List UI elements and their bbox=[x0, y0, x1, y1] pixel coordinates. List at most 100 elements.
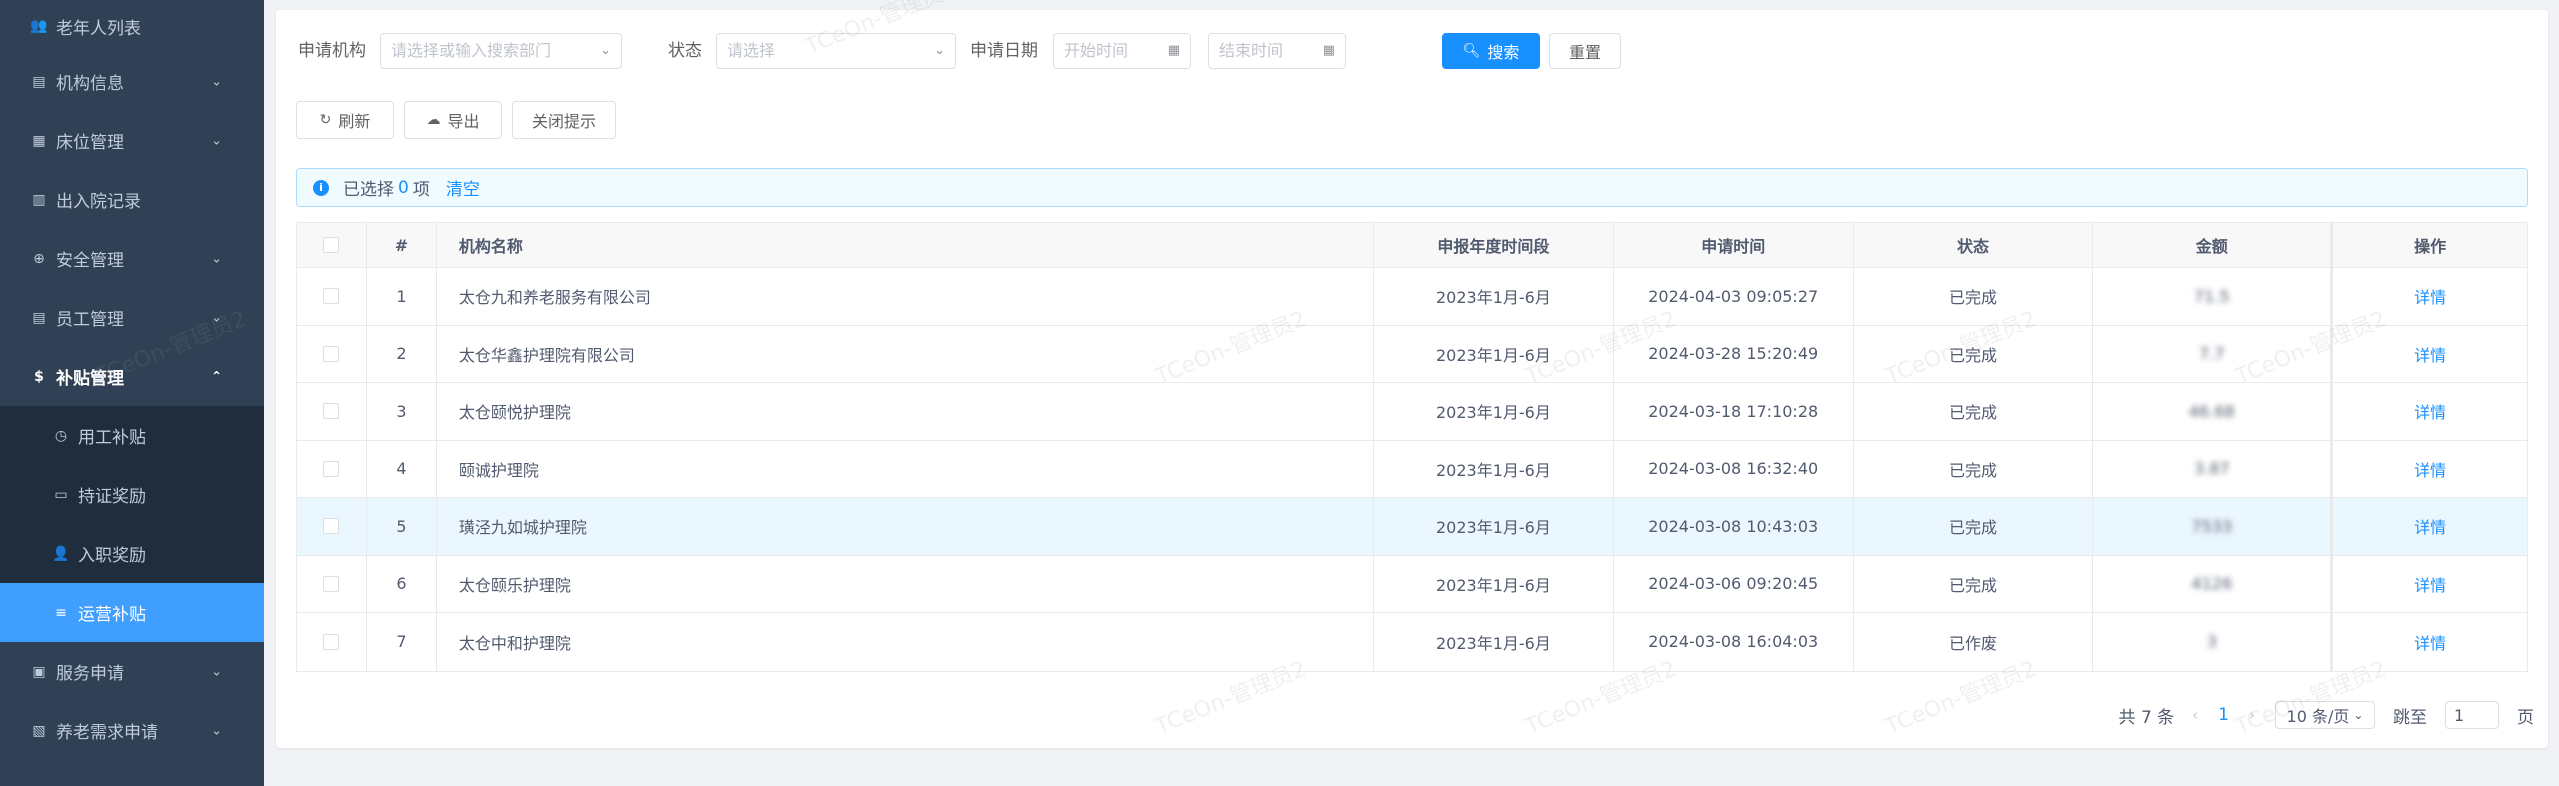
page-1[interactable]: 1 bbox=[2218, 705, 2229, 725]
sidebar-item-labor-subsidy[interactable]: ◷ 用工补贴 bbox=[0, 406, 264, 465]
sidebar-item-label: 服务申请 bbox=[56, 664, 124, 684]
sidebar-item-certificate-reward[interactable]: ▭ 持证奖励 bbox=[0, 465, 264, 524]
row-checkbox[interactable] bbox=[323, 345, 340, 362]
end-date-input[interactable]: 结束时间 ▦ bbox=[1208, 33, 1346, 69]
sidebar-item-label: 老年人列表 bbox=[56, 18, 141, 39]
row-checkbox[interactable] bbox=[323, 460, 340, 477]
search-button[interactable]: 🔍︎ 搜索 bbox=[1442, 33, 1540, 69]
row-action: 详情 bbox=[2333, 383, 2527, 440]
refresh-button[interactable]: ↻ 刷新 bbox=[296, 101, 394, 139]
row-period: 2023年1月-6月 bbox=[1374, 383, 1614, 440]
row-apply-time: 2024-03-18 17:10:28 bbox=[1614, 383, 1854, 440]
row-checkbox[interactable] bbox=[323, 575, 340, 592]
sidebar-item-label: 补贴管理 bbox=[56, 369, 124, 389]
grid-icon: ▦ bbox=[32, 132, 46, 149]
date-label: 申请日期 bbox=[970, 41, 1038, 61]
detail-link[interactable]: 详情 bbox=[2414, 572, 2446, 596]
close-tip-button[interactable]: 关闭提示 bbox=[512, 101, 616, 139]
dollar-icon: $ bbox=[34, 368, 44, 385]
row-action: 详情 bbox=[2333, 556, 2527, 613]
sidebar-item-operation-subsidy[interactable]: ≡ 运营补贴 bbox=[0, 583, 264, 642]
export-button-label: 导出 bbox=[447, 112, 480, 131]
org-label: 申请机构 bbox=[298, 41, 366, 61]
reset-button[interactable]: 重置 bbox=[1549, 33, 1621, 69]
row-status: 已完成 bbox=[1854, 325, 2094, 382]
search-icon: 🔍︎ bbox=[1462, 43, 1481, 59]
row-apply-time: 2024-04-03 09:05:27 bbox=[1614, 268, 1854, 325]
row-period: 2023年1月-6月 bbox=[1374, 325, 1614, 382]
export-button[interactable]: ☁ 导出 bbox=[404, 101, 502, 139]
detail-link[interactable]: 详情 bbox=[2414, 399, 2446, 423]
shield-icon: ⊕ bbox=[33, 250, 45, 267]
org-select[interactable]: 请选择或输入搜索部门 ⌄ bbox=[380, 33, 622, 69]
header-status: 状态 bbox=[1854, 223, 2094, 267]
sidebar-item-elderly-list[interactable]: 👥 老年人列表 bbox=[0, 0, 264, 52]
row-no: 4 bbox=[367, 440, 437, 497]
status-label: 状态 bbox=[668, 41, 702, 61]
sidebar-item-bed-management[interactable]: ▦ 床位管理 ⌄ bbox=[0, 111, 264, 170]
row-apply-time: 2024-03-28 15:20:49 bbox=[1614, 325, 1854, 382]
selection-alert: i 已选择 0 项 清空 bbox=[296, 168, 2528, 207]
detail-link[interactable]: 详情 bbox=[2414, 342, 2446, 366]
row-checkbox[interactable] bbox=[323, 518, 340, 535]
header-apply-time: 申请时间 bbox=[1614, 223, 1854, 267]
chevron-down-icon: ⌄ bbox=[211, 74, 222, 89]
clear-selection-link[interactable]: 清空 bbox=[446, 175, 480, 200]
refresh-icon: ↻ bbox=[319, 112, 332, 128]
row-checkbox[interactable] bbox=[323, 403, 340, 420]
sidebar-item-staff[interactable]: ▤ 员工管理 ⌄ bbox=[0, 288, 264, 347]
row-action: 详情 bbox=[2333, 613, 2527, 671]
row-action: 详情 bbox=[2333, 441, 2527, 498]
sidebar-item-label: 出入院记录 bbox=[56, 192, 141, 212]
user-add-icon: 👤 bbox=[52, 545, 70, 562]
select-all-checkbox[interactable] bbox=[323, 237, 340, 253]
org-select-placeholder: 请选择或输入搜索部门 bbox=[391, 41, 552, 60]
sidebar-item-label: 员工管理 bbox=[56, 310, 124, 330]
row-amount: 46.68 bbox=[2093, 383, 2334, 440]
start-date-input[interactable]: 开始时间 ▦ bbox=[1053, 33, 1191, 69]
sidebar-item-label: 安全管理 bbox=[56, 251, 124, 271]
sidebar-item-subsidy[interactable]: $ 补贴管理 ⌃ bbox=[0, 347, 264, 406]
detail-link[interactable]: 详情 bbox=[2414, 284, 2446, 308]
sidebar-item-label: 运营补贴 bbox=[78, 605, 146, 625]
row-period: 2023年1月-6月 bbox=[1374, 498, 1614, 555]
next-page-icon[interactable]: › bbox=[2249, 706, 2255, 724]
sidebar-item-org-info[interactable]: ▤ 机构信息 ⌄ bbox=[0, 52, 264, 111]
row-checkbox[interactable] bbox=[323, 633, 340, 650]
sidebar-item-admission-records[interactable]: ▥ 出入院记录 bbox=[0, 170, 264, 229]
detail-link[interactable]: 详情 bbox=[2414, 457, 2446, 481]
sidebar-item-label: 养老需求申请 bbox=[56, 723, 158, 743]
row-period: 2023年1月-6月 bbox=[1374, 268, 1614, 325]
group-icon: 👥 bbox=[30, 18, 48, 34]
row-period: 2023年1月-6月 bbox=[1374, 440, 1614, 497]
sidebar-item-label: 床位管理 bbox=[56, 133, 124, 153]
sidebar-item-label: 入职奖励 bbox=[78, 546, 146, 566]
prev-page-icon[interactable]: ‹ bbox=[2192, 706, 2198, 724]
status-select-placeholder: 请选择 bbox=[727, 41, 776, 60]
chevron-down-icon: ⌄ bbox=[211, 664, 222, 679]
row-amount-value: 3 bbox=[2206, 632, 2217, 652]
row-period: 2023年1月-6月 bbox=[1374, 613, 1614, 671]
row-select-cell bbox=[297, 383, 367, 440]
page-size-select[interactable]: 10 条/页 ⌄ bbox=[2275, 701, 2375, 729]
page-unit: 页 bbox=[2517, 707, 2534, 728]
row-select-cell bbox=[297, 440, 367, 497]
table-row: 4 颐诚护理院 2023年1月-6月 2024-03-08 16:32:40 已完成 3.… bbox=[297, 440, 2527, 498]
sidebar-item-care-demand[interactable]: ▧ 养老需求申请 ⌄ bbox=[0, 701, 264, 760]
row-no: 2 bbox=[367, 325, 437, 382]
sidebar-item-security[interactable]: ⊕ 安全管理 ⌄ bbox=[0, 229, 264, 288]
status-select[interactable]: 请选择 ⌄ bbox=[716, 33, 956, 69]
row-select-cell bbox=[297, 555, 367, 612]
table-row: 7 太仓中和护理院 2023年1月-6月 2024-03-08 16:04:03 已作废… bbox=[297, 613, 2527, 671]
table-row: 3 太仓颐悦护理院 2023年1月-6月 2024-03-18 17:10:28 已完成… bbox=[297, 383, 2527, 441]
sidebar-item-service-apply[interactable]: ▣ 服务申请 ⌄ bbox=[0, 642, 264, 701]
detail-link[interactable]: 详情 bbox=[2414, 630, 2446, 654]
row-amount: 7533 bbox=[2093, 498, 2334, 555]
row-action: 详情 bbox=[2333, 268, 2527, 325]
subsidy-table: # 机构名称 申报年度时间段 申请时间 状态 金额 操作 1 太仓九和养老服务有限… bbox=[296, 222, 2528, 672]
row-checkbox[interactable] bbox=[323, 288, 340, 305]
alert-suffix: 项 bbox=[412, 180, 430, 200]
sidebar-item-onboarding-reward[interactable]: 👤 入职奖励 bbox=[0, 524, 264, 583]
detail-link[interactable]: 详情 bbox=[2414, 514, 2446, 538]
jump-input[interactable]: 1 bbox=[2445, 701, 2499, 729]
